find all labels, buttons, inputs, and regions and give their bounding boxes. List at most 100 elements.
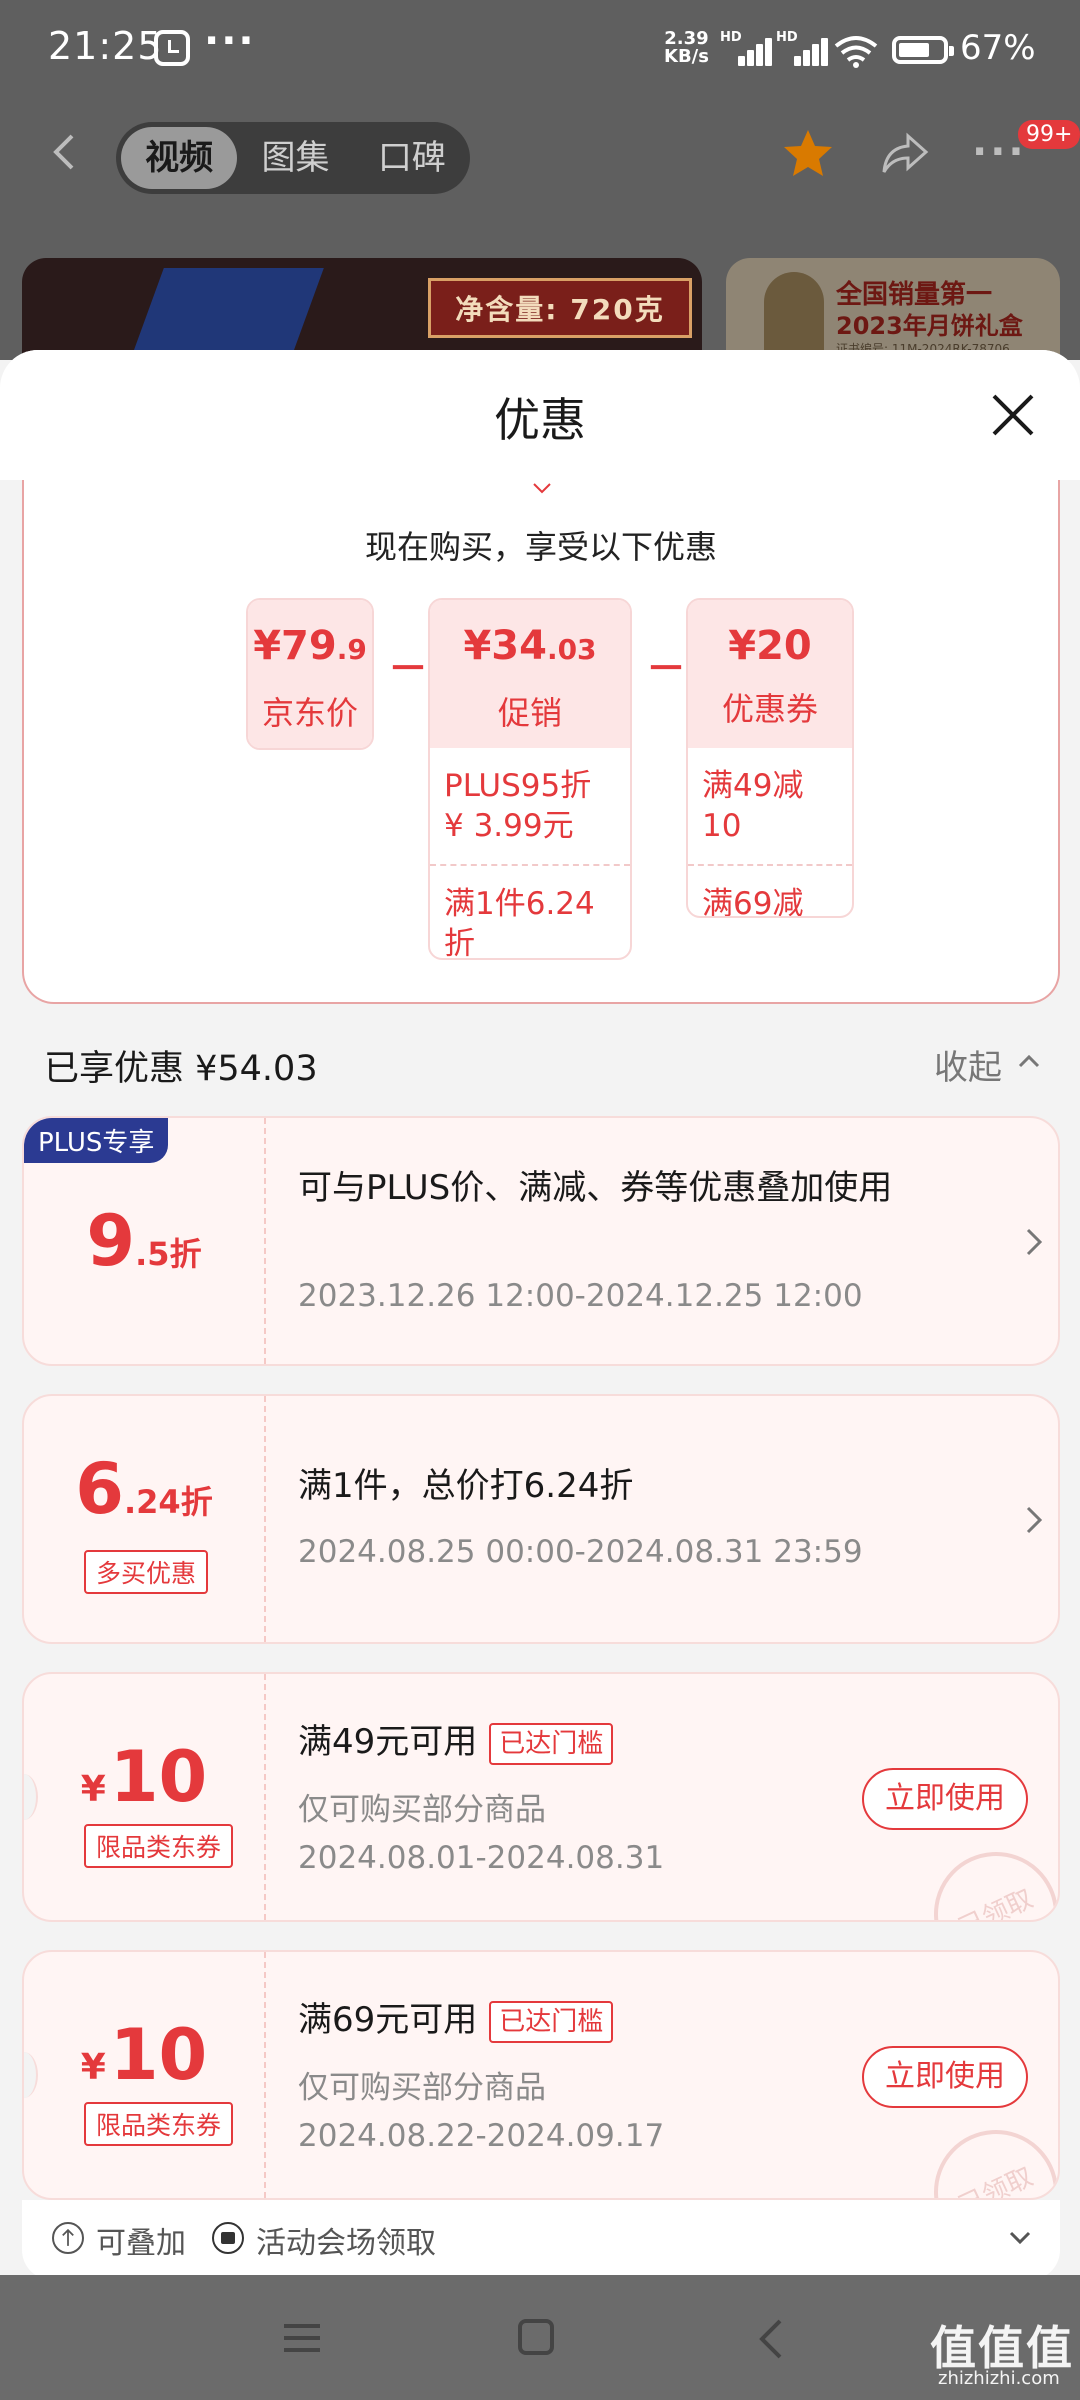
card-divider xyxy=(264,1396,266,1642)
tab-video[interactable]: 视频 xyxy=(121,127,238,189)
jd-price-label: 京东价 xyxy=(261,694,358,732)
breakdown-caption: 现在购买，享受以下优惠 xyxy=(364,528,717,566)
plus-desc: 可与PLUS价、满减、券等优惠叠加使用 xyxy=(298,1168,893,1208)
jd-price-amount: ¥79 xyxy=(253,623,337,669)
network-speed-unit: KB/s xyxy=(664,46,709,67)
promo-card-plus[interactable]: PLUS专享 9.5折 可与PLUS价、满减、券等优惠叠加使用 2023.12.… xyxy=(22,1116,1060,1366)
claimed-stamp: 已领取 xyxy=(913,1831,1058,1920)
plus-discount-main: 9 xyxy=(86,1200,136,1282)
battery-level: 67% xyxy=(960,28,1036,68)
stackable-icon xyxy=(52,2222,84,2254)
product-nav-bar: 视频 图集 口碑 ··· 99+ xyxy=(0,110,1080,200)
coupon-row-2: 满69减10 xyxy=(688,864,852,916)
multibuy-tag: 多买优惠 xyxy=(84,1550,209,1594)
watermark-url: zhizhizhi.com xyxy=(938,2368,1060,2389)
card-divider xyxy=(264,1674,266,1920)
plus-period: 2023.12.26 12:00-2024.12.25 12:00 xyxy=(298,1278,863,1314)
signal-icon: HD xyxy=(720,30,772,66)
back-icon[interactable] xyxy=(758,2319,784,2359)
chevron-down-icon xyxy=(533,483,551,494)
coupon-currency: ¥ xyxy=(80,2047,106,2088)
threshold-reached-badge: 已达门槛 xyxy=(489,2000,614,2043)
card-divider xyxy=(264,1952,266,2198)
coupon-amount: ¥20 xyxy=(728,623,812,669)
tab-gallery[interactable]: 图集 xyxy=(237,127,353,189)
minus-sign: － xyxy=(388,646,428,692)
coupon-card-49: ¥10 限品类东券 满49元可用 已达门槛 仅可购买部分商品 2024.08.01… xyxy=(22,1672,1060,1922)
enjoyed-row: 已享优惠 ¥54.03 收起 xyxy=(0,1004,1080,1108)
net-weight-label: 净含量: 720克 xyxy=(428,278,692,338)
clock-notification-icon xyxy=(154,30,190,66)
multibuy-period: 2024.08.25 00:00-2024.08.31 23:59 xyxy=(298,1534,863,1570)
chevron-down-icon[interactable] xyxy=(1008,2230,1032,2246)
rank-line-2: 2023年月饼礼盒 xyxy=(836,312,1023,340)
menu-icon[interactable] xyxy=(282,2323,322,2353)
chevron-right-icon[interactable] xyxy=(1024,1504,1044,1536)
coupon-period: 2024.08.22-2024.09.17 xyxy=(298,2118,665,2154)
coupon-label: 优惠券 xyxy=(721,690,818,728)
promo-box: ¥34.03 促销 PLUS95折 ¥ 3.99元 满1件6.24折 xyxy=(428,598,632,960)
use-now-button[interactable]: 立即使用 xyxy=(862,1768,1028,1830)
coupon-scope: 仅可购买部分商品 xyxy=(298,2070,546,2106)
promo-amount: ¥34 xyxy=(463,623,547,669)
tab-reviews[interactable]: 口碑 xyxy=(354,127,470,189)
status-bar: 21:25 ··· 2.39 KB/s HD HD 67% xyxy=(0,0,1080,100)
coupon-currency: ¥ xyxy=(80,1769,106,1810)
coupon-threshold: 满69元可用 xyxy=(298,2000,478,2040)
price-breakdown: 现在购买，享受以下优惠 ¥79.9 京东价 － ¥34.03 促销 PLUS95… xyxy=(22,480,1060,1004)
coupon-threshold: 满49元可用 xyxy=(298,1722,478,1762)
promo-card-multibuy[interactable]: 6.24折 多买优惠 满1件，总价打6.24折 2024.08.25 00:00… xyxy=(22,1394,1060,1644)
message-badge: 99+ xyxy=(1018,120,1080,149)
sheet-title: 优惠 xyxy=(494,393,586,447)
enjoyed-total: 已享优惠 ¥54.03 xyxy=(44,1049,318,1089)
jd-price-box: ¥79.9 京东价 xyxy=(246,598,374,750)
promo-row-plus: PLUS95折 ¥ 3.99元 xyxy=(444,768,592,844)
jd-price-decimal: .9 xyxy=(336,633,367,666)
share-icon[interactable] xyxy=(880,128,930,178)
status-more: ··· xyxy=(204,18,256,64)
promo-decimal: .03 xyxy=(546,633,597,666)
card-divider xyxy=(264,1118,266,1364)
wifi-icon xyxy=(834,36,878,68)
venue-label[interactable]: 活动会场领取 xyxy=(256,2218,436,2262)
coupon-period: 2024.08.01-2024.08.31 xyxy=(298,1840,665,1876)
use-now-button[interactable]: 立即使用 xyxy=(862,2046,1028,2108)
trophy-icon xyxy=(764,272,824,362)
battery-icon xyxy=(892,36,954,64)
close-icon[interactable] xyxy=(990,392,1036,438)
chevron-right-icon[interactable] xyxy=(1024,1226,1044,1258)
multibuy-discount-sub: .24折 xyxy=(124,1483,213,1521)
coupon-scope: 仅可购买部分商品 xyxy=(298,1792,546,1828)
discount-sheet: 优惠 现在购买，享受以下优惠 ¥79.9 京东价 － ¥34.03 促销 PLU… xyxy=(0,350,1080,2275)
status-time: 21:25 xyxy=(48,24,163,68)
coupon-value: 10 xyxy=(109,1736,208,1818)
signal-icon-2: HD xyxy=(776,30,828,66)
multibuy-desc: 满1件，总价打6.24折 xyxy=(298,1466,634,1506)
star-icon[interactable] xyxy=(780,126,836,182)
coupon-row-1: 满49减10 xyxy=(702,768,804,844)
system-nav-bar xyxy=(0,2275,1080,2400)
collapse-button[interactable]: 收起 xyxy=(934,1040,1002,1089)
threshold-reached-badge: 已达门槛 xyxy=(489,1722,614,1765)
coupon-category-tag: 限品类东券 xyxy=(84,2102,234,2146)
sheet-header: 优惠 xyxy=(0,350,1080,480)
home-icon[interactable] xyxy=(518,2319,554,2355)
media-tabs: 视频 图集 口碑 xyxy=(116,122,470,194)
ticket-icon xyxy=(212,2222,244,2254)
coupon-category-tag: 限品类东券 xyxy=(84,1824,234,1868)
multibuy-discount-main: 6 xyxy=(75,1448,124,1530)
promo-row-discount: 满1件6.24折 xyxy=(430,864,630,958)
back-icon[interactable] xyxy=(44,132,84,172)
stackable-label: 可叠加 xyxy=(96,2226,186,2261)
plus-discount-sub: .5折 xyxy=(135,1235,202,1273)
promo-label: 促销 xyxy=(497,694,562,732)
minus-sign-2: － xyxy=(646,646,686,692)
coupon-footer: 可叠加 活动会场领取 xyxy=(22,2200,1060,2280)
coupon-box: ¥20 优惠券 满49减10 满69减10 xyxy=(686,598,854,918)
claimed-stamp: 已领取 xyxy=(913,2109,1058,2198)
coupon-card-69: ¥10 限品类东券 满69元可用 已达门槛 仅可购买部分商品 2024.08.22… xyxy=(22,1950,1060,2200)
more-icon[interactable]: ··· xyxy=(972,132,1027,172)
coupon-value: 10 xyxy=(109,2014,208,2096)
plus-exclusive-tag: PLUS专享 xyxy=(24,1118,169,1163)
chevron-up-icon[interactable] xyxy=(1016,1052,1042,1070)
